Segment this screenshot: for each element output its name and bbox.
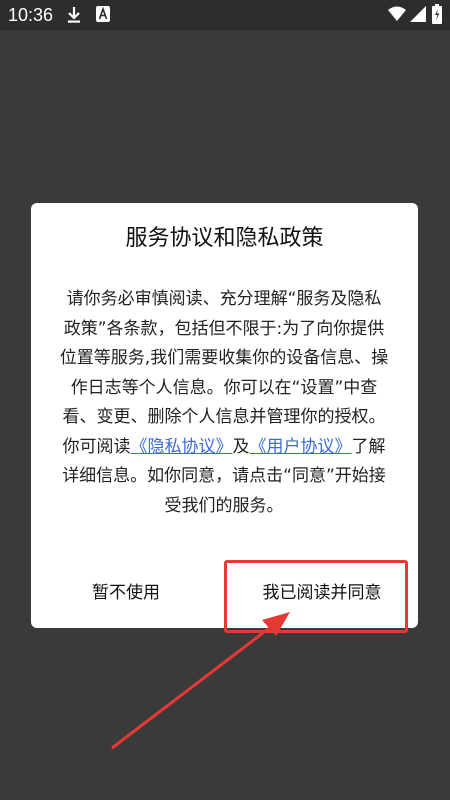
red-arrow-icon — [111, 612, 290, 750]
